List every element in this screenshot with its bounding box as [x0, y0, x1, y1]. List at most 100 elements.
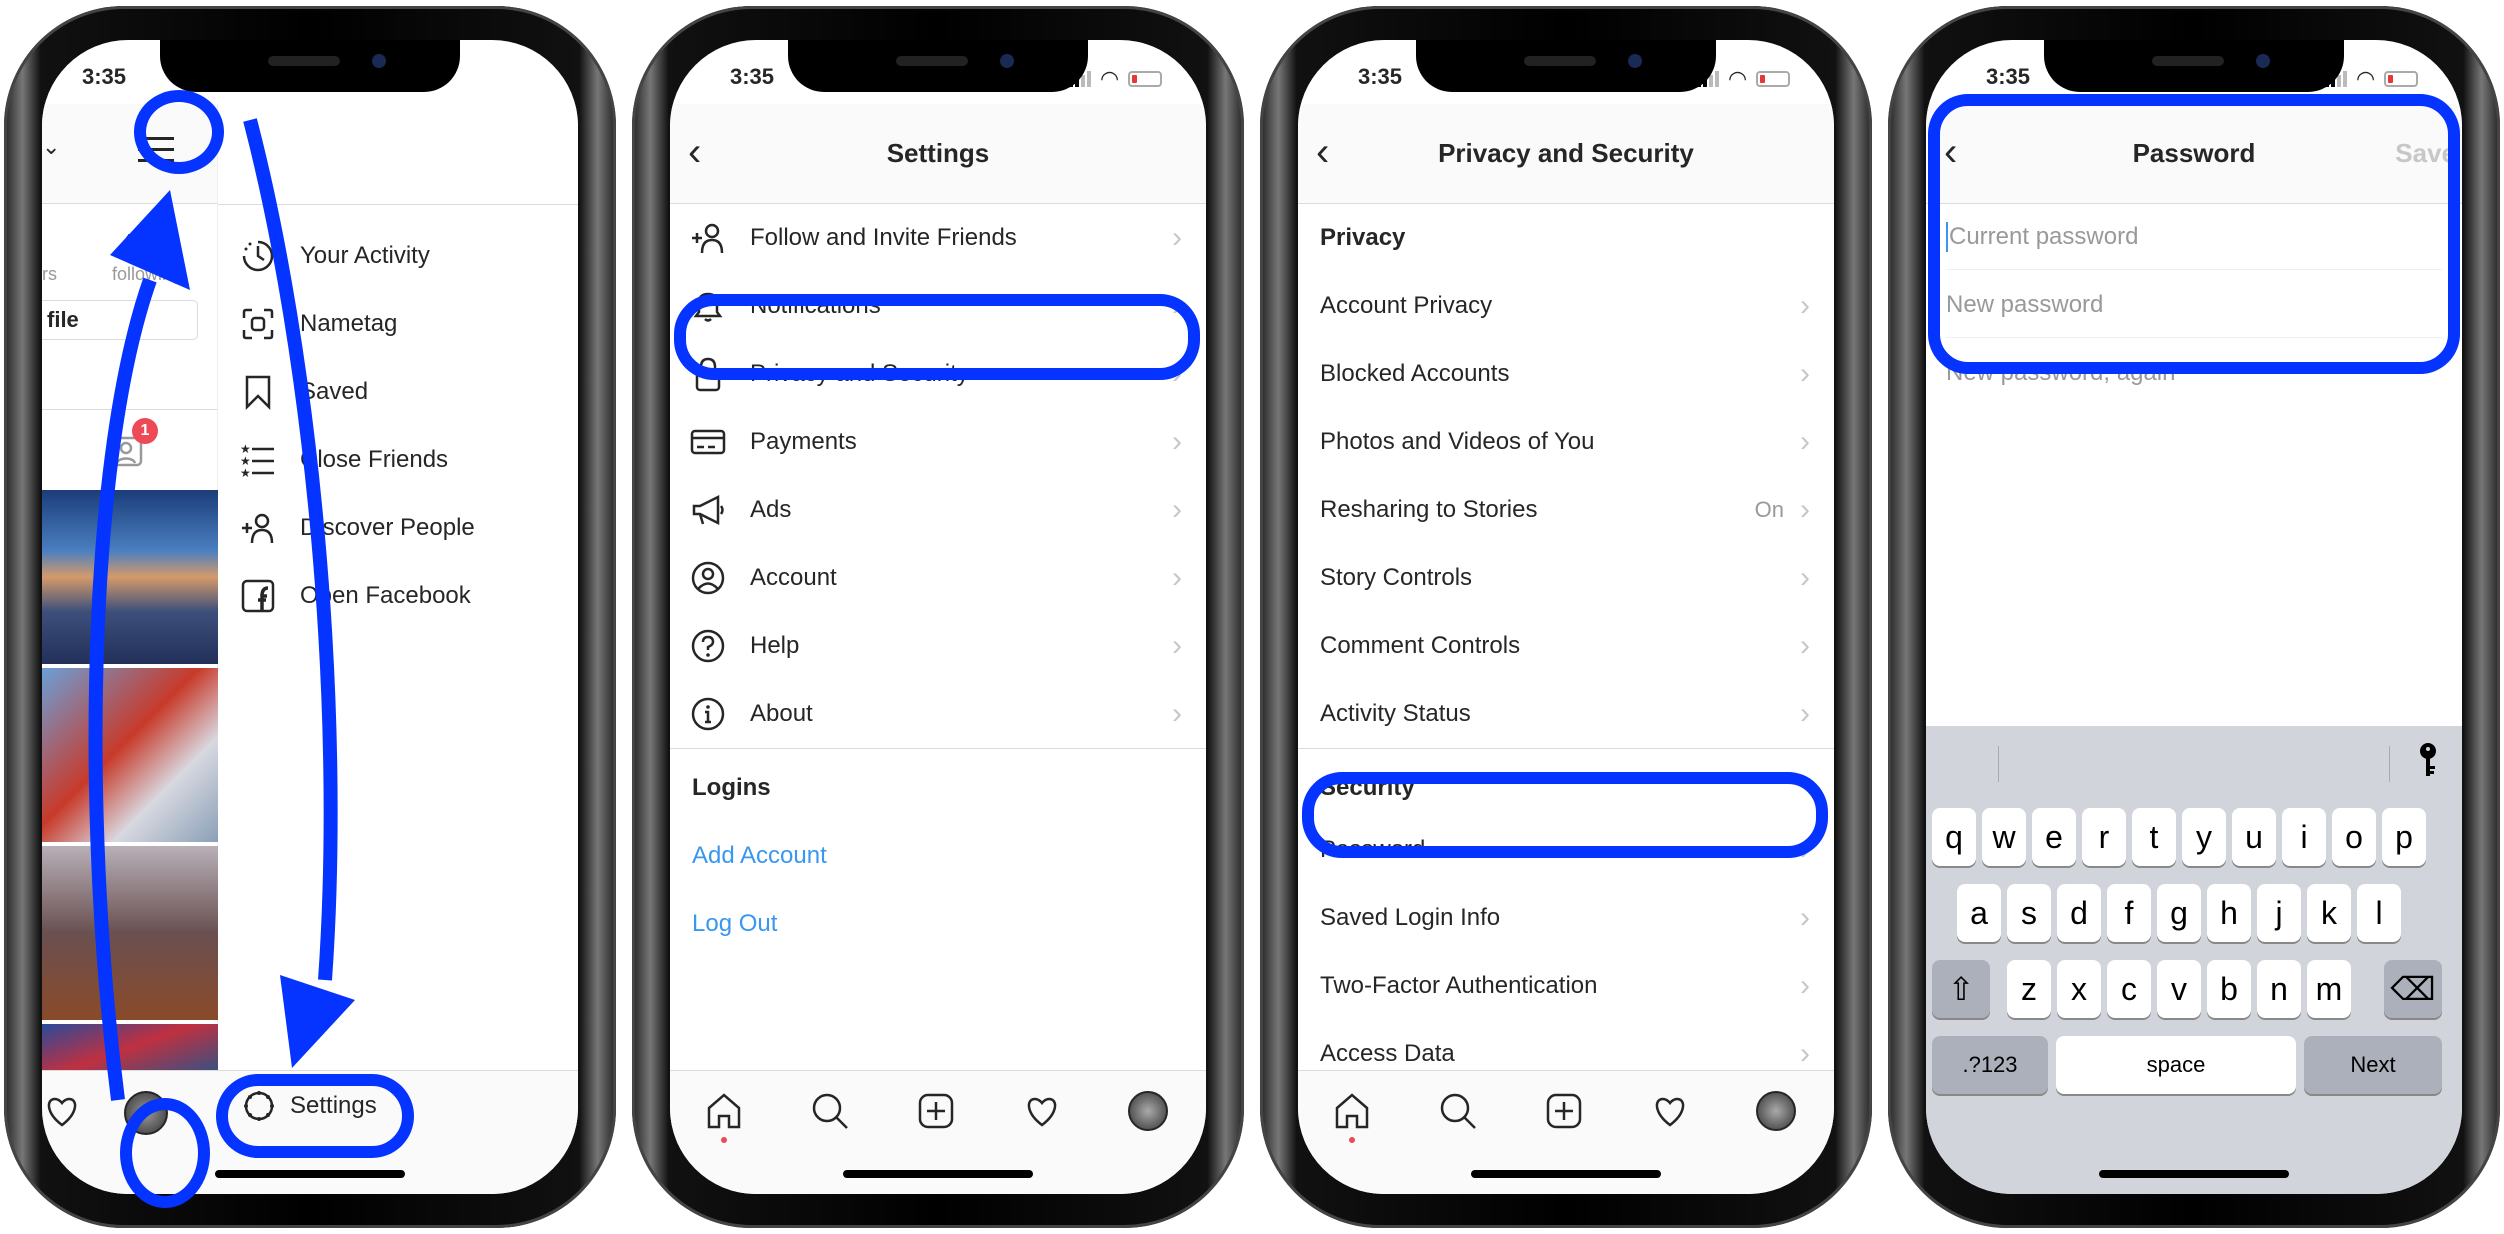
key-x[interactable]: x — [2057, 960, 2101, 1018]
privacy-item-comment-controls[interactable]: Comment Controls › — [1298, 612, 1834, 680]
chevron-right-icon: › — [1800, 493, 1810, 526]
tab-profile[interactable] — [1756, 1091, 1796, 1131]
key-h[interactable]: h — [2207, 884, 2251, 942]
home-icon — [704, 1091, 744, 1143]
tab-new-post[interactable] — [916, 1091, 956, 1131]
key-w[interactable]: w — [1982, 808, 2026, 866]
tab-activity[interactable] — [1022, 1091, 1062, 1131]
key-n[interactable]: n — [2257, 960, 2301, 1018]
key-l[interactable]: l — [2357, 884, 2401, 942]
add-post-icon — [1544, 1091, 1584, 1131]
key-s[interactable]: s — [2007, 884, 2051, 942]
confirm-password-input[interactable]: New password, again — [1946, 340, 2442, 406]
settings-item-privacy-and-security[interactable]: Privacy and Security › — [670, 340, 1206, 408]
key-m[interactable]: m — [2307, 960, 2351, 1018]
shift-key[interactable]: ⇧ — [1932, 960, 1990, 1018]
settings-item-ads[interactable]: Ads › — [670, 476, 1206, 544]
settings-item-notifications[interactable]: Notifications › — [670, 272, 1206, 340]
privacy-security-screen: 3:35 ◠ ‹ Privacy and Security Privacy Ac… — [1298, 40, 1834, 1194]
heart-icon — [1022, 1091, 1062, 1131]
key-v[interactable]: v — [2157, 960, 2201, 1018]
chevron-right-icon: › — [1172, 357, 1182, 390]
search-icon — [1438, 1091, 1478, 1131]
security-item-two-factor-authentication[interactable]: Two-Factor Authentication › — [1298, 952, 1834, 1020]
privacy-item-story-controls[interactable]: Story Controls › — [1298, 544, 1834, 612]
key-g[interactable]: g — [2157, 884, 2201, 942]
tab-new-post[interactable] — [1544, 1091, 1584, 1131]
settings-item-help[interactable]: Help › — [670, 612, 1206, 680]
key-q[interactable]: q — [1932, 808, 1976, 866]
privacy-item-blocked-accounts[interactable]: Blocked Accounts › — [1298, 340, 1834, 408]
settings-item-payments[interactable]: Payments › — [670, 408, 1206, 476]
numbers-key[interactable]: .?123 — [1932, 1036, 2048, 1094]
chevron-right-icon: › — [1800, 629, 1810, 662]
back-button[interactable]: ‹ — [1316, 132, 1352, 174]
privacy-item-label: Photos and Videos of You — [1320, 428, 1595, 455]
phone-3: 3:35 ◠ ‹ Privacy and Security Privacy Ac… — [1260, 6, 1872, 1228]
back-button[interactable]: ‹ — [1944, 132, 1980, 174]
backspace-key[interactable]: ⌫ — [2384, 960, 2442, 1018]
privacy-item-account-privacy[interactable]: Account Privacy › — [1298, 272, 1834, 340]
settings-item-label: Ads — [750, 496, 792, 523]
wifi-icon: ◠ — [1101, 66, 1118, 91]
key-k[interactable]: k — [2307, 884, 2351, 942]
chevron-right-icon: › — [1172, 289, 1182, 322]
key-c[interactable]: c — [2107, 960, 2151, 1018]
new-password-input[interactable]: New password — [1946, 272, 2442, 338]
password-autofill-button[interactable] — [2416, 742, 2440, 778]
privacy-item-label: Resharing to Stories — [1320, 496, 1538, 523]
privacy-item-resharing-to-stories[interactable]: Resharing to Stories On › — [1298, 476, 1834, 544]
privacy-item-photos-and-videos-of-you[interactable]: Photos and Videos of You › — [1298, 408, 1834, 476]
security-item-saved-login-info[interactable]: Saved Login Info › — [1298, 884, 1834, 952]
privacy-item-activity-status[interactable]: Activity Status › — [1298, 680, 1834, 748]
back-button[interactable]: ‹ — [688, 132, 724, 174]
key-i[interactable]: i — [2282, 808, 2326, 866]
add-person-icon — [688, 218, 728, 258]
tab-activity[interactable] — [1650, 1091, 1690, 1131]
tab-home[interactable] — [1332, 1091, 1372, 1143]
privacy-item-label: Account Privacy — [1320, 292, 1493, 319]
key-f[interactable]: f — [2107, 884, 2151, 942]
settings-item-label: Account — [750, 564, 837, 591]
key-a[interactable]: a — [1957, 884, 2001, 942]
settings-item-label: About — [750, 700, 813, 727]
space-key[interactable]: space — [2056, 1036, 2296, 1094]
chevron-right-icon: › — [1172, 221, 1182, 254]
key-y[interactable]: y — [2182, 808, 2226, 866]
key-o[interactable]: o — [2332, 808, 2376, 866]
settings-item-follow-and-invite-friends[interactable]: Follow and Invite Friends › — [670, 204, 1206, 272]
heart-icon — [1650, 1091, 1690, 1131]
tab-profile[interactable] — [1128, 1091, 1168, 1131]
tab-search[interactable] — [1438, 1091, 1478, 1131]
backspace-icon: ⌫ — [2390, 971, 2436, 1007]
home-indicator — [2099, 1170, 2289, 1178]
key-e[interactable]: e — [2032, 808, 2076, 866]
chevron-right-icon: › — [1172, 425, 1182, 458]
text-cursor — [1946, 221, 1948, 252]
tab-home[interactable] — [704, 1091, 744, 1143]
next-key[interactable]: Next — [2304, 1036, 2442, 1094]
settings-item-about[interactable]: About › — [670, 680, 1206, 748]
key-r[interactable]: r — [2082, 808, 2126, 866]
privacy-header: Privacy — [1320, 224, 1406, 251]
avatar — [1756, 1091, 1796, 1131]
add-post-icon — [916, 1091, 956, 1131]
key-z[interactable]: z — [2007, 960, 2051, 1018]
key-u[interactable]: u — [2232, 808, 2276, 866]
key-j[interactable]: j — [2257, 884, 2301, 942]
home-icon — [1332, 1091, 1372, 1143]
key-d[interactable]: d — [2057, 884, 2101, 942]
current-password-input[interactable]: Current password — [1946, 204, 2442, 270]
key-p[interactable]: p — [2382, 808, 2426, 866]
security-item-password[interactable]: Password › — [1298, 816, 1834, 884]
tab-search[interactable] — [810, 1091, 850, 1131]
security-header: Security — [1320, 774, 1415, 801]
save-button[interactable]: Save — [2395, 138, 2456, 169]
chevron-right-icon: › — [1800, 969, 1810, 1002]
settings-item-account[interactable]: Account › — [670, 544, 1206, 612]
privacy-item-label: Comment Controls — [1320, 632, 1521, 659]
key-t[interactable]: t — [2132, 808, 2176, 866]
log-out-link[interactable]: Log Out — [692, 910, 777, 938]
add-account-link[interactable]: Add Account — [692, 842, 827, 870]
key-b[interactable]: b — [2207, 960, 2251, 1018]
